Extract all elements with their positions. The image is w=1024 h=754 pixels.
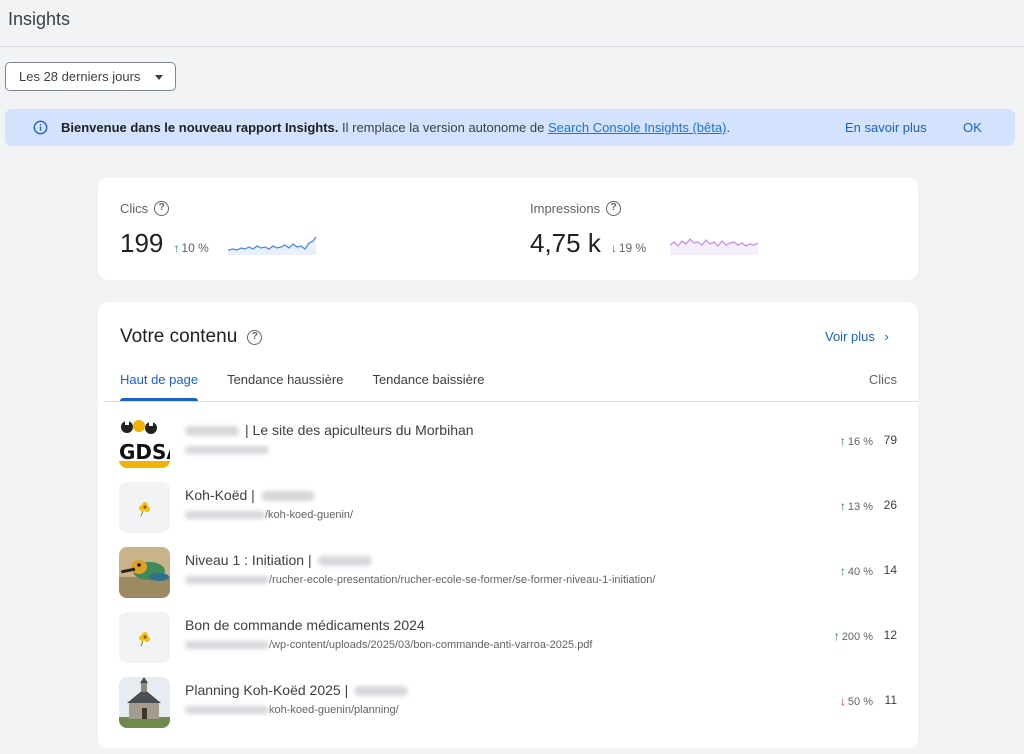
content-title: Votre contenu (120, 326, 238, 347)
row-url (185, 444, 269, 456)
thumbnail-logo: GDSA (119, 417, 170, 468)
row-title: Koh-Koëd | (185, 487, 315, 503)
impressions-delta: ↓ 19 % (610, 241, 647, 255)
content-tabs: Haut de page Tendance haussière Tendance… (120, 372, 484, 401)
banner-text: Il remplace la version autonome de (338, 120, 548, 135)
impressions-label: Impressions (530, 201, 601, 216)
row-change: ↑ 40 % (839, 564, 873, 578)
row-clicks: 26 (883, 498, 897, 512)
learn-more-button[interactable]: En savoir plus (845, 120, 927, 135)
banner-message: Bienvenue dans le nouveau rapport Insigh… (61, 120, 730, 135)
content-card: Votre contenu ? Voir plus › Haut de page… (98, 302, 918, 748)
row-title: | Le site des apiculteurs du Morbihan (185, 422, 474, 438)
row-url: /rucher-ecole-presentation/rucher-ecole-… (185, 574, 655, 586)
help-icon[interactable]: ? (606, 201, 622, 216)
see-more-link[interactable]: Voir plus › (825, 329, 889, 344)
arrow-up-icon: ↑ (173, 241, 180, 255)
impressions-value: 4,75 k (530, 228, 601, 258)
thumbnail-bird-photo (119, 547, 170, 598)
content-row[interactable]: GDSA | Le site des apiculteurs du Morbih… (98, 410, 918, 470)
info-banner: Bienvenue dans le nouveau rapport Insigh… (5, 109, 1015, 146)
thumbnail-placeholder (119, 482, 170, 533)
arrow-up-icon: ↑ (839, 564, 846, 578)
row-change: ↑ 16 % (839, 434, 873, 448)
clicks-column-header: Clics (868, 372, 897, 387)
arrow-up-icon: ↑ (839, 499, 846, 513)
page-title: Insights (8, 9, 71, 29)
info-icon (33, 120, 48, 135)
arrow-up-icon: ↑ (833, 629, 840, 643)
row-clicks: 14 (883, 563, 897, 577)
content-row[interactable]: Koh-Koëd | /koh-koed-guenin/ ↑ 13 % 26 (98, 475, 918, 535)
clicks-label: Clics (120, 201, 149, 216)
ok-button[interactable]: OK (963, 120, 982, 135)
row-change: ↑ 200 % (833, 629, 873, 643)
content-row[interactable]: Niveau 1 : Initiation | /rucher-ecole-pr… (98, 540, 918, 600)
tab-trending-up[interactable]: Tendance haussière (227, 372, 343, 401)
thumbnail-placeholder (119, 612, 170, 663)
clicks-delta: ↑ 10 % (173, 241, 209, 255)
row-clicks: 11 (884, 693, 897, 707)
arrow-up-icon: ↑ (839, 434, 846, 448)
chevron-right-icon: › (884, 329, 889, 344)
metrics-card: Clics? 199 ↑ 10 % Impressions? 4,75 k ↓ 19… (98, 178, 918, 280)
row-url: koh-koed-guenin/planning/ (185, 704, 399, 716)
row-change: ↓ 50 % (839, 694, 873, 708)
row-change: ↑ 13 % (839, 499, 873, 513)
chevron-down-icon (155, 75, 163, 80)
divider (103, 401, 918, 402)
banner-bold-text: Bienvenue dans le nouveau rapport Insigh… (61, 120, 339, 135)
clicks-metric: Clics? 199 ↑ 10 % (120, 201, 317, 258)
row-title: Planning Koh-Koëd 2025 | (185, 682, 409, 698)
row-title: Niveau 1 : Initiation | (185, 552, 372, 568)
row-clicks: 12 (883, 628, 897, 642)
row-url: /koh-koed-guenin/ (185, 509, 353, 521)
date-range-dropdown[interactable]: Les 28 derniers jours (5, 62, 176, 91)
tab-top-pages[interactable]: Haut de page (120, 372, 199, 401)
row-url: /wp-content/uploads/2025/03/bon-commande… (185, 639, 592, 651)
impressions-metric: Impressions? 4,75 k ↓ 19 % (530, 201, 759, 258)
date-range-value: Les 28 derniers jours (19, 69, 141, 84)
thumbnail-chapel-photo (119, 677, 170, 728)
row-clicks: 79 (883, 433, 897, 447)
tab-trending-down[interactable]: Tendance baissière (372, 372, 484, 401)
banner-text-end: . (726, 120, 731, 135)
clicks-value: 199 (120, 228, 164, 258)
svg-text:GDSA: GDSA (119, 440, 170, 464)
top-bar: Insights (0, 0, 1024, 47)
arrow-down-icon: ↓ (610, 241, 617, 255)
content-row[interactable]: Planning Koh-Koëd 2025 | koh-koed-guenin… (98, 670, 918, 730)
content-row[interactable]: Bon de commande médicaments 2024 /wp-con… (98, 605, 918, 665)
impressions-sparkline (670, 238, 759, 255)
clicks-sparkline (228, 236, 317, 255)
row-title: Bon de commande médicaments 2024 (185, 617, 425, 633)
help-icon[interactable]: ? (247, 329, 263, 345)
banner-link[interactable]: Search Console Insights (bêta) (548, 120, 726, 135)
arrow-down-icon: ↓ (839, 694, 846, 708)
help-icon[interactable]: ? (154, 201, 170, 216)
